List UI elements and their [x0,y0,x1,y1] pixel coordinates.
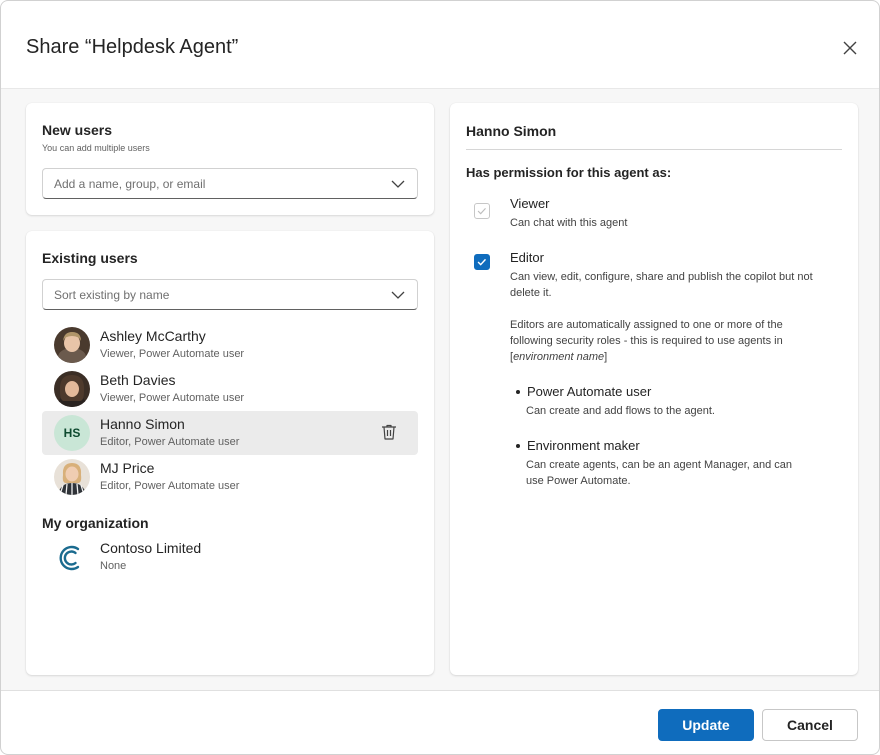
user-role: Editor, Power Automate user [100,436,240,448]
organization-role: None [100,560,127,572]
role-description: Can create and add flows to the agent. [526,405,715,417]
chevron-down-icon[interactable] [391,290,405,300]
editor-checkbox[interactable] [474,254,490,270]
divider [466,149,842,150]
permission-heading: Has permission for this agent as: [466,165,672,180]
new-users-card: New users You can add multiple users Add… [26,103,434,215]
my-organization-heading: My organization [42,515,149,531]
editor-note-line2: following security roles - this is requi… [510,335,783,347]
environment-name-placeholder: environment name [513,351,605,363]
user-role: Viewer, Power Automate user [100,348,245,360]
new-users-heading: New users [42,122,113,138]
contoso-logo-icon [59,545,80,571]
chevron-down-icon[interactable] [391,179,405,189]
user-name: MJ Price [100,460,155,476]
share-dialog: Share “Helpdesk Agent” New users You can… [0,0,880,755]
user-role: Editor, Power Automate user [100,480,240,492]
permission-detail-card: Hanno Simon Has permission for this agen… [450,103,858,675]
existing-users-heading: Existing users [42,250,138,266]
avatar [54,327,90,363]
viewer-checkbox[interactable] [474,203,490,219]
bullet-dot [516,390,520,394]
bullet-dot [516,444,520,448]
editor-description-line1: Can view, edit, configure, share and pub… [510,271,813,283]
cancel-button[interactable]: Cancel [762,709,858,741]
checkmark-icon [477,258,487,266]
user-row-hanno-simon[interactable]: HS Hanno Simon Editor, Power Automate us… [42,411,418,455]
user-name: Beth Davies [100,372,176,388]
role-title: Power Automate user [527,384,652,399]
existing-users-card: Existing users Sort existing by name Ash… [26,231,434,675]
new-users-hint: You can add multiple users [42,143,150,153]
checkmark-icon [477,207,486,215]
role-title: Environment maker [527,438,640,453]
user-role: Viewer, Power Automate user [100,392,245,404]
selected-user-name: Hanno Simon [466,123,557,139]
sort-existing-placeholder: Sort existing by name [54,288,170,302]
bracket-close: ] [604,351,608,363]
sort-existing-dropdown[interactable]: Sort existing by name [42,279,418,310]
editor-title: Editor [510,250,544,265]
viewer-title: Viewer [510,196,550,211]
user-name: Ashley McCarthy [100,328,206,344]
avatar [54,371,90,407]
role-description-line2: use Power Automate. [526,475,631,487]
add-users-input[interactable]: Add a name, group, or email [42,168,418,199]
user-row-ashley-mccarthy[interactable]: Ashley McCarthy Viewer, Power Automate u… [42,323,418,367]
organization-name: Contoso Limited [100,540,202,556]
editor-note-line1: Editors are automatically assigned to on… [510,319,783,331]
viewer-description: Can chat with this agent [510,217,628,229]
avatar [54,459,90,495]
dialog-title: Share “Helpdesk Agent” [26,36,239,58]
user-name: Hanno Simon [100,416,185,432]
close-icon[interactable] [839,37,861,59]
editor-note-line3: [environment name] [510,349,607,365]
trash-icon[interactable] [380,423,398,441]
user-row-beth-davies[interactable]: Beth Davies Viewer, Power Automate user [42,367,418,411]
user-row-mj-price[interactable]: MJ Price Editor, Power Automate user [42,455,418,499]
add-users-placeholder: Add a name, group, or email [54,177,206,191]
role-description-line1: Can create agents, can be an agent Manag… [526,459,793,471]
update-button[interactable]: Update [658,709,754,741]
avatar: HS [54,415,90,451]
editor-description-line2: delete it. [510,287,552,299]
organization-row[interactable]: Contoso Limited None [42,535,418,579]
dialog-content: New users You can add multiple users Add… [1,88,879,691]
